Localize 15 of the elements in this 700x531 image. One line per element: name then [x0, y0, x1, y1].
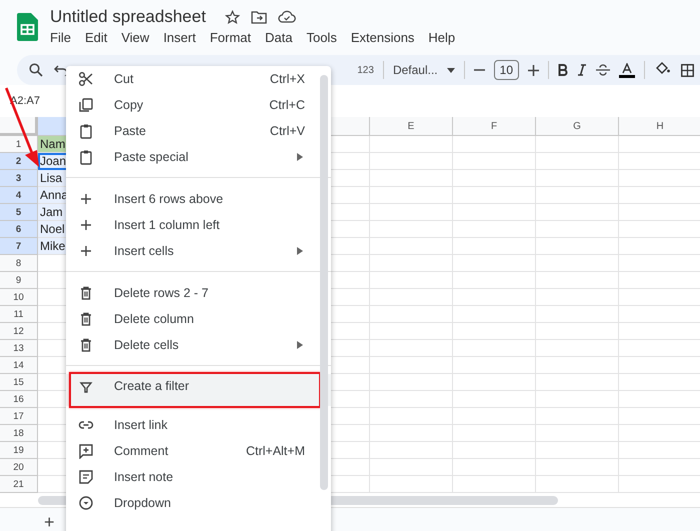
menu-item-label: Delete cells — [114, 338, 179, 352]
menu-item-label: Copy — [114, 98, 144, 112]
menu-item-label: Comment — [114, 444, 168, 458]
shortcut-text: Ctrl+C — [269, 98, 305, 112]
shortcut-text: Ctrl+Alt+M — [246, 444, 305, 458]
menu-item-label: Cut — [114, 72, 134, 86]
menu-item-label: Delete rows 2 - 7 — [114, 286, 208, 300]
menu-item-label: Delete column — [114, 312, 194, 326]
menu-item-label: Dropdown — [114, 496, 171, 510]
menu-item-label: Paste — [114, 124, 146, 138]
menu-item-label: Create a filter — [114, 379, 190, 393]
shortcut-text: Ctrl+X — [270, 72, 305, 86]
shortcut-text: Ctrl+V — [270, 124, 305, 138]
menu-item-label: Insert link — [114, 418, 168, 432]
menu-item-label: Insert note — [114, 470, 174, 484]
